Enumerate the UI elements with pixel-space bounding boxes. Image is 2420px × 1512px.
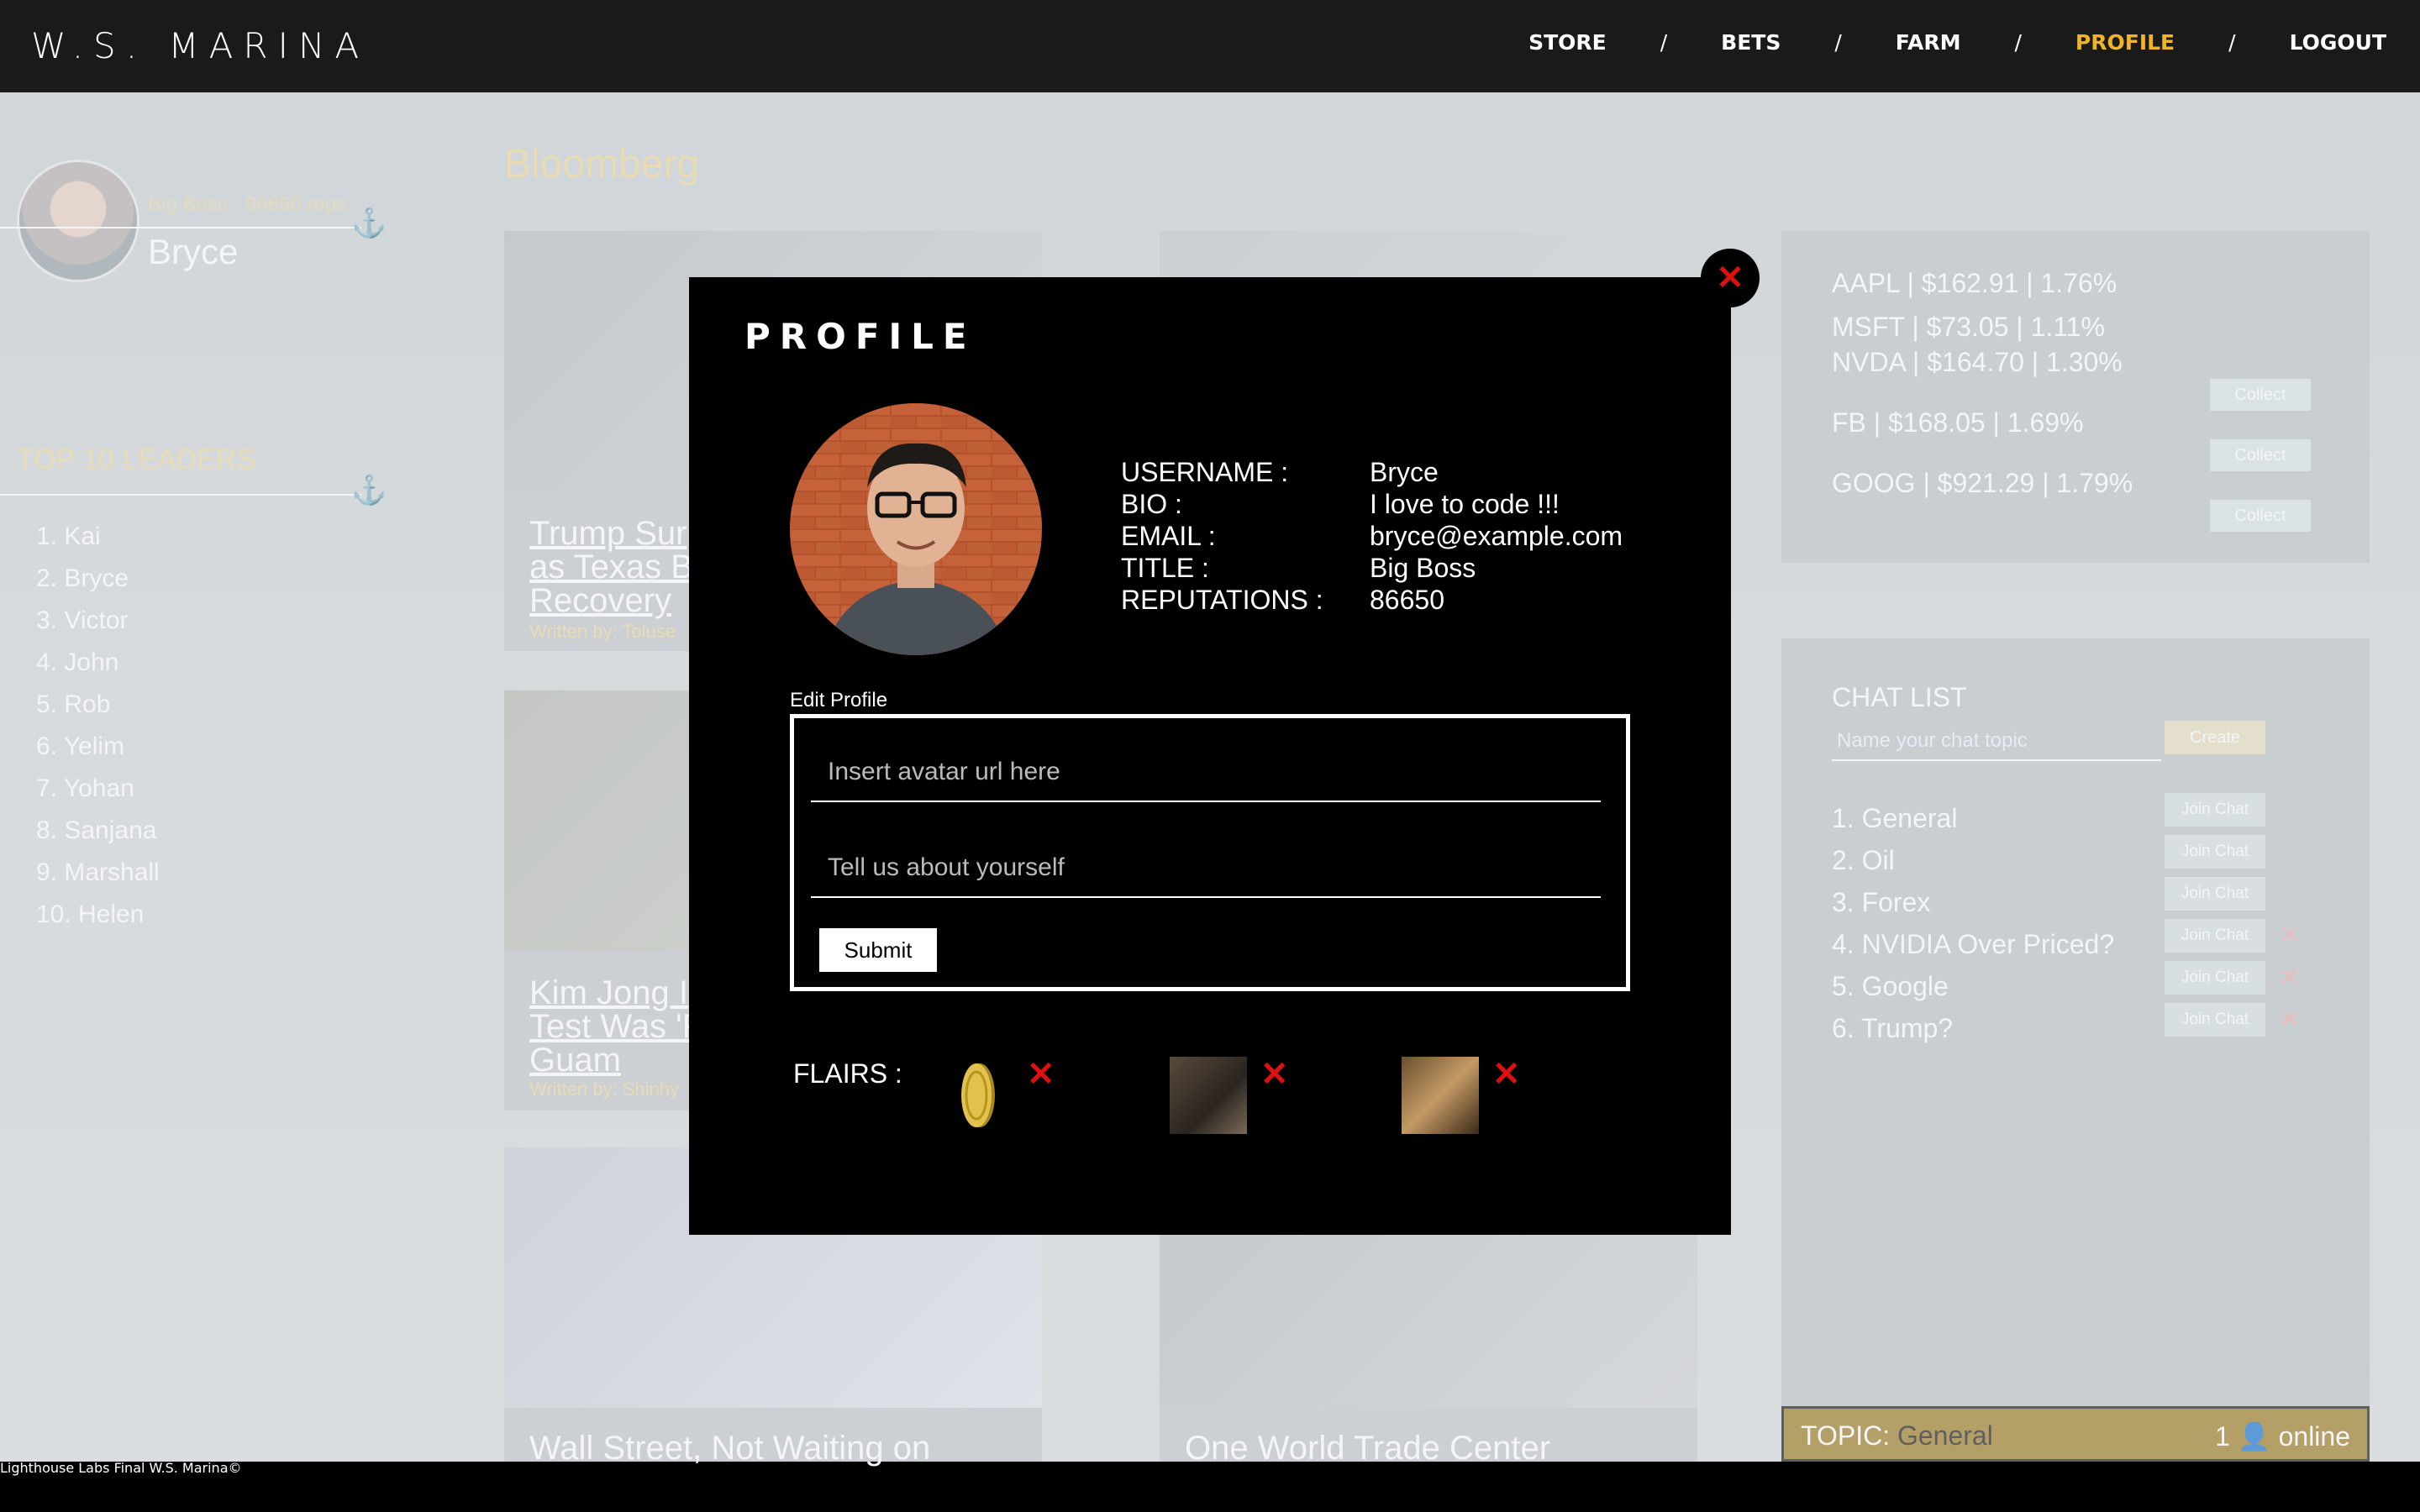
photo-flair-icon: [1170, 1057, 1247, 1134]
main-nav: STORE / BETS / FARM / PROFILE / LOGOUT: [1528, 30, 2386, 55]
title-value: Big Boss: [1370, 553, 1476, 583]
submit-button[interactable]: Submit: [819, 928, 937, 972]
info-label: TITLE :: [1121, 553, 1209, 583]
nav-separator: /: [2228, 30, 2236, 55]
email-value: bryce@example.com: [1370, 521, 1623, 551]
profile-avatar: [790, 403, 1042, 655]
close-modal-button[interactable]: ✕: [1701, 249, 1760, 307]
profile-modal: PROFILE USERNAME : Bryce BIO : I love to…: [689, 277, 1731, 1235]
nav-farm[interactable]: FARM: [1896, 30, 1961, 55]
avatar-url-input[interactable]: [811, 743, 1601, 802]
modal-title: PROFILE: [744, 316, 976, 357]
bio-value: I love to code !!!: [1370, 489, 1560, 519]
nav-bets[interactable]: BETS: [1721, 30, 1781, 55]
close-icon: ✕: [1716, 260, 1744, 297]
flairs-label: FLAIRS :: [793, 1058, 902, 1089]
nav-store[interactable]: STORE: [1528, 30, 1607, 55]
info-label: REPUTATIONS :: [1121, 585, 1323, 615]
top-navbar: W.S. MARINA STORE / BETS / FARM / PROFIL…: [0, 0, 2420, 92]
info-label: USERNAME :: [1121, 457, 1289, 487]
brand-logo[interactable]: W.S. MARINA: [31, 25, 369, 66]
info-label: BIO :: [1121, 489, 1182, 519]
edit-profile-form: Submit: [790, 714, 1630, 991]
remove-flair-icon[interactable]: ✕: [1260, 1055, 1289, 1094]
nav-separator: /: [1834, 30, 1842, 55]
remove-flair-icon[interactable]: ✕: [1492, 1055, 1521, 1094]
remove-flair-icon[interactable]: ✕: [1027, 1055, 1055, 1094]
username-value: Bryce: [1370, 457, 1439, 487]
photo-flair-icon: [1402, 1057, 1479, 1134]
edit-profile-label: Edit Profile: [790, 689, 888, 711]
nav-separator: /: [2014, 30, 2022, 55]
reputations-value: 86650: [1370, 585, 1444, 615]
info-label: EMAIL :: [1121, 521, 1216, 551]
nav-separator: /: [1660, 30, 1668, 55]
nav-profile[interactable]: PROFILE: [2075, 30, 2175, 55]
coin-flair-icon: [960, 1057, 1037, 1134]
nav-logout[interactable]: LOGOUT: [2290, 30, 2386, 55]
bio-input[interactable]: [811, 839, 1601, 898]
footer-text: Lighthouse Labs Final W.S. Marina©: [0, 1460, 242, 1476]
